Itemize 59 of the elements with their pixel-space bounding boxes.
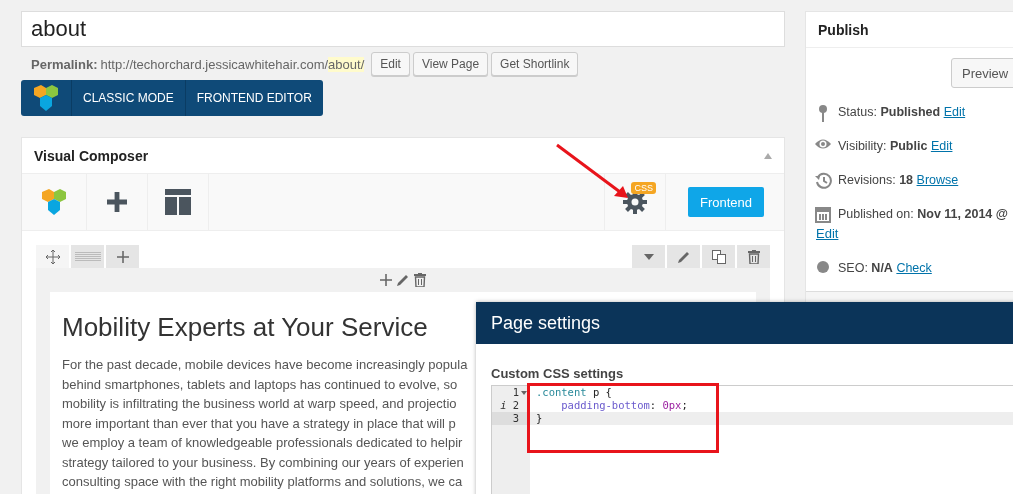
publish-info-text: Status: Published Edit: [838, 104, 966, 121]
preview-button[interactable]: Preview: [951, 58, 1013, 88]
dot-icon: [816, 260, 830, 274]
composer-logo-icon[interactable]: [32, 83, 60, 113]
annotation-arrow: [556, 143, 628, 198]
composer-logo-icon[interactable]: [40, 187, 68, 217]
permalink-button[interactable]: View Page: [412, 52, 489, 76]
add-row-icon[interactable]: [116, 250, 129, 263]
code-line: .content p {: [535, 386, 613, 399]
content-text-line: For the past decade, mobile devices have become increasingly popula: [62, 356, 468, 374]
publish-link[interactable]: Check: [896, 261, 932, 275]
dialog-title: Page settings: [491, 312, 601, 334]
line-number: 3: [512, 412, 519, 425]
copy-icon[interactable]: [711, 249, 726, 264]
content-text-line: more important than ever that you have a strategy in place that will p: [62, 414, 456, 433]
publish-info-text: SEO: N/A Check: [838, 260, 932, 277]
delete-icon[interactable]: [747, 249, 760, 264]
content-text-line: behind smartphones, tablets and laptops has continued to evolve, so: [62, 375, 458, 394]
publish-info-text: Visibility: Public Edit: [838, 138, 953, 155]
line-number: 1: [512, 386, 519, 399]
content-text-line: we employ a team of knowledgeable professionals dedicated to helpir: [62, 434, 463, 452]
pin-icon: [818, 104, 828, 122]
permalink-button[interactable]: Edit: [371, 52, 410, 76]
permalink-url[interactable]: http://techorchard.jessicawhitehair.com/about/: [100, 56, 365, 72]
caret-icon[interactable]: [643, 253, 654, 260]
edit-icon[interactable]: [676, 249, 691, 264]
permalink-label: Permalink:: [31, 56, 98, 72]
publish-title: Publish: [818, 21, 869, 38]
add-element-icon[interactable]: [107, 192, 127, 212]
edit-icon[interactable]: [396, 273, 410, 287]
code-line: padding-bottom: 0px;: [560, 399, 689, 412]
delete-icon[interactable]: [414, 273, 426, 287]
add-column-icon[interactable]: [380, 274, 392, 286]
content-heading: Mobility Experts at Your Service: [62, 312, 428, 343]
publish-link[interactable]: Edit: [943, 105, 966, 119]
eye-icon: [814, 138, 832, 150]
permalink-button[interactable]: Get Shortlink: [491, 52, 579, 76]
code-editor[interactable]: 1 i 2 3 .content p { padding-bottom: 0px; }: [491, 385, 1013, 494]
content-text-line: consulting space with the right mobility platforms and solutions, we ca: [62, 473, 463, 491]
fold-icon[interactable]: [521, 390, 527, 395]
calendar-icon: [815, 206, 831, 223]
title-field[interactable]: about: [21, 11, 785, 47]
mode-button[interactable]: FRONTEND EDITOR: [185, 80, 323, 116]
publish-link[interactable]: Edit: [816, 226, 839, 241]
line-number: 2: [512, 399, 519, 412]
content-text-line: mobility is infiltrating the business world at warp speed, and projectio: [62, 395, 457, 413]
publish-link[interactable]: Browse: [916, 173, 959, 187]
layout-icon[interactable]: [165, 189, 191, 215]
section-title: Custom CSS settings: [491, 366, 625, 381]
publish-info-text: Published on: Nov 11, 2014 @: [838, 206, 1008, 223]
panel-title: Visual Composer: [34, 147, 149, 164]
content-text-line: strategy tailored to your business. By combining our years of experien: [62, 453, 464, 472]
move-icon[interactable]: [45, 249, 60, 264]
publish-link[interactable]: Edit: [930, 139, 953, 153]
mode-button[interactable]: CLASSIC MODE: [72, 80, 186, 116]
history-icon: [814, 172, 832, 189]
info-mark: i: [500, 399, 507, 412]
publish-info-text: Revisions: 18 Browse: [838, 172, 959, 189]
css-badge: CSS: [631, 182, 656, 194]
